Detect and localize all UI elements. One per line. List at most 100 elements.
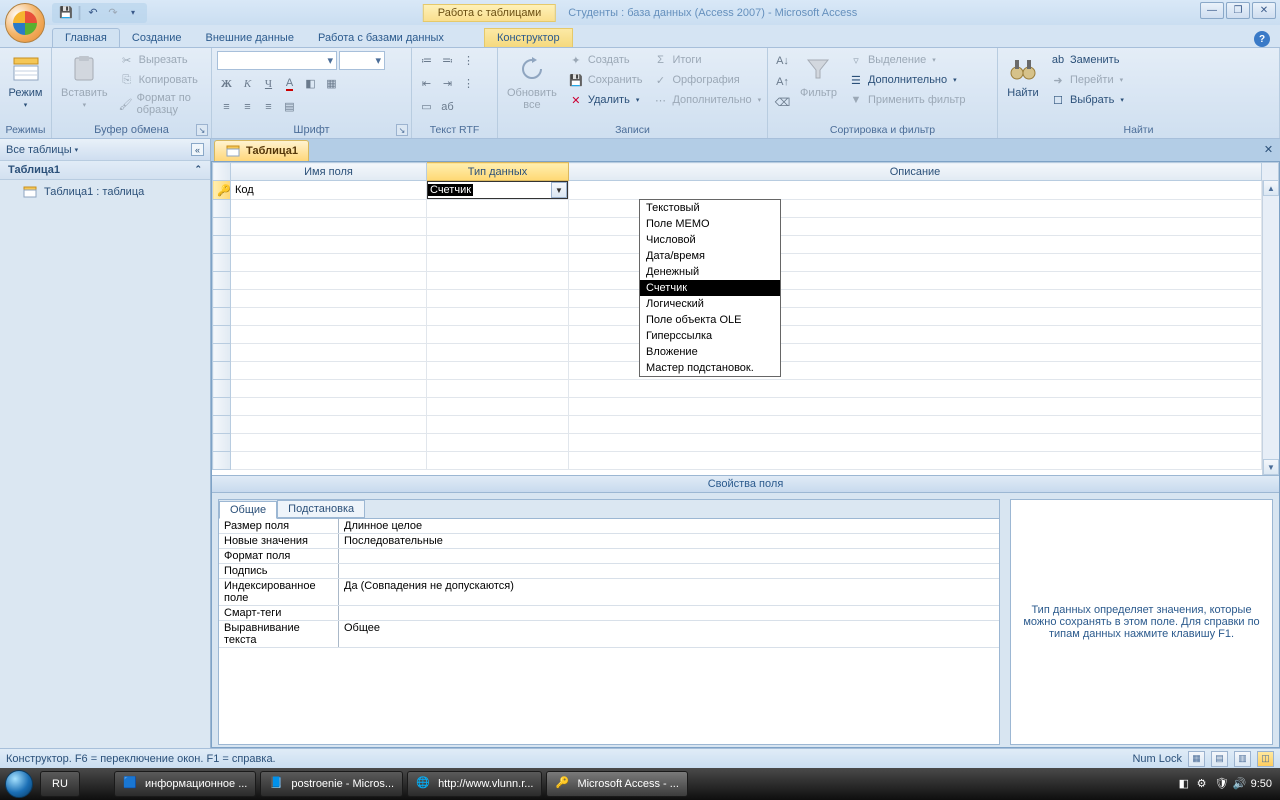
tray-icon[interactable]: ⚙: [1197, 777, 1211, 791]
col-header-type[interactable]: Тип данных: [427, 163, 569, 181]
taskbar-item[interactable]: 📘postroenie - Micros...: [260, 771, 403, 797]
align-center-button[interactable]: ≡: [238, 97, 257, 116]
office-button[interactable]: [5, 3, 45, 43]
tab-general[interactable]: Общие: [219, 501, 277, 519]
goto-button[interactable]: ➜Перейти▾: [1047, 71, 1127, 89]
document-tab[interactable]: Таблица1: [214, 140, 309, 161]
numlist-button[interactable]: ≕: [438, 51, 457, 70]
sort-desc-button[interactable]: A↑: [773, 72, 792, 91]
fill-color-button[interactable]: ◧: [301, 74, 320, 93]
rtf-btn[interactable]: ⋮: [459, 51, 478, 70]
undo-icon[interactable]: ↶: [85, 5, 101, 21]
format-painter-button[interactable]: 🖌Формат по образцу: [116, 91, 206, 117]
new-record-button[interactable]: ✦Создать: [565, 51, 646, 69]
sort-asc-button[interactable]: A↓: [773, 51, 792, 70]
italic-button[interactable]: К: [238, 74, 257, 93]
select-all[interactable]: [213, 163, 231, 181]
toggle-filter-button[interactable]: ▼Применить фильтр: [845, 91, 969, 109]
prop-value[interactable]: Общее: [339, 621, 999, 647]
prop-value[interactable]: [339, 606, 999, 620]
align-left-button[interactable]: ≡: [217, 97, 236, 116]
indent-inc-button[interactable]: ⇥: [438, 74, 457, 93]
underline-button[interactable]: Ч: [259, 74, 278, 93]
nav-collapse-button[interactable]: «: [191, 143, 204, 156]
tab-design[interactable]: Конструктор: [484, 28, 573, 47]
align-right-button[interactable]: ≡: [259, 97, 278, 116]
nav-group[interactable]: Таблица1⌃: [0, 161, 210, 180]
delete-button[interactable]: ✕Удалить▾: [565, 91, 646, 109]
size-combo[interactable]: ▾: [339, 51, 385, 70]
vertical-scrollbar[interactable]: ▲▼: [1262, 180, 1279, 475]
language-bar[interactable]: RU: [40, 771, 80, 797]
datatype-option[interactable]: Поле объекта OLE: [640, 312, 780, 328]
row-selector[interactable]: 🔑: [213, 181, 231, 200]
advanced-filter-button[interactable]: ☰Дополнительно▾: [845, 71, 969, 89]
paste-button[interactable]: Вставить ▾: [57, 51, 112, 111]
qat-customize-icon[interactable]: ▾: [125, 5, 141, 21]
rtl-button[interactable]: аб: [438, 97, 457, 116]
copy-button[interactable]: ⎘Копировать: [116, 71, 206, 89]
tab-dbtools[interactable]: Работа с базами данных: [306, 29, 456, 47]
nav-item-table[interactable]: Таблица1 : таблица: [0, 180, 210, 204]
datatype-option[interactable]: Денежный: [640, 264, 780, 280]
prop-value[interactable]: Последовательные: [339, 534, 999, 548]
gridlines-button[interactable]: ▦: [322, 74, 341, 93]
datatype-option[interactable]: Счетчик: [640, 280, 780, 296]
volume-icon[interactable]: 🔊: [1233, 777, 1247, 791]
datatype-option[interactable]: Текстовый: [640, 200, 780, 216]
datatype-option[interactable]: Поле МЕМО: [640, 216, 780, 232]
find-button[interactable]: Найти: [1003, 51, 1043, 101]
datatype-option[interactable]: Числовой: [640, 232, 780, 248]
pivot-chart-view-button[interactable]: ▥: [1234, 751, 1251, 767]
clipboard-launcher[interactable]: ↘: [196, 124, 208, 136]
bold-button[interactable]: Ж: [217, 74, 236, 93]
design-view-button[interactable]: ◫: [1257, 751, 1274, 767]
selection-filter-button[interactable]: ▿Выделение▾: [845, 51, 969, 69]
replace-button[interactable]: abЗаменить: [1047, 51, 1127, 69]
select-button[interactable]: ☐Выбрать▾: [1047, 91, 1127, 109]
taskbar-item[interactable]: 🟦информационное ...: [114, 771, 256, 797]
prop-value[interactable]: Да (Совпадения не допускаются): [339, 579, 999, 605]
minimize-button[interactable]: —: [1200, 2, 1224, 19]
font-color-button[interactable]: A: [280, 74, 299, 93]
nav-header-label[interactable]: Все таблицы: [6, 144, 72, 156]
save-record-button[interactable]: 💾Сохранить: [565, 71, 646, 89]
tab-external[interactable]: Внешние данные: [194, 29, 306, 47]
tab-home[interactable]: Главная: [52, 28, 120, 47]
help-icon[interactable]: ?: [1254, 31, 1270, 47]
filter-button[interactable]: Фильтр: [796, 51, 841, 101]
totals-button[interactable]: ΣИтоги: [649, 51, 764, 69]
tray-icon[interactable]: ◧: [1179, 777, 1193, 791]
field-name-cell[interactable]: Код: [231, 181, 427, 200]
indent-dec-button[interactable]: ⇤: [417, 74, 436, 93]
close-button[interactable]: ✕: [1252, 2, 1276, 19]
datatype-option[interactable]: Логический: [640, 296, 780, 312]
more-button[interactable]: ⋯Дополнительно▾: [649, 91, 764, 109]
prop-value[interactable]: [339, 564, 999, 578]
prop-value[interactable]: [339, 549, 999, 563]
save-icon[interactable]: 💾: [58, 5, 74, 21]
tab-lookup[interactable]: Подстановка: [277, 500, 365, 518]
refresh-button[interactable]: Обновить все: [503, 51, 561, 113]
datatype-option[interactable]: Дата/время: [640, 248, 780, 264]
ltr-button[interactable]: ▭: [417, 97, 436, 116]
font-combo[interactable]: ▾: [217, 51, 337, 70]
taskbar-item[interactable]: 🌐http://www.vlunn.r...: [407, 771, 542, 797]
col-header-desc[interactable]: Описание: [569, 163, 1262, 181]
tab-create[interactable]: Создание: [120, 29, 194, 47]
clock[interactable]: 9:50: [1251, 778, 1272, 790]
redo-icon[interactable]: ↷: [105, 5, 121, 21]
close-document-button[interactable]: ✕: [1261, 142, 1276, 157]
dropdown-arrow-icon[interactable]: ▼: [551, 182, 567, 198]
splitter-bar[interactable]: Свойства поля: [212, 475, 1279, 493]
start-button[interactable]: [0, 768, 38, 800]
datatype-option[interactable]: Мастер подстановок.: [640, 360, 780, 376]
prop-value[interactable]: Длинное целое: [339, 519, 999, 533]
list-button[interactable]: ≔: [417, 51, 436, 70]
font-launcher[interactable]: ↘: [396, 124, 408, 136]
datasheet-view-button[interactable]: ▦: [1188, 751, 1205, 767]
cut-button[interactable]: ✂Вырезать: [116, 51, 206, 69]
rtf-btn2[interactable]: ⋮: [459, 74, 478, 93]
datatype-option[interactable]: Гиперссылка: [640, 328, 780, 344]
spelling-button[interactable]: ✓Орфография: [649, 71, 764, 89]
